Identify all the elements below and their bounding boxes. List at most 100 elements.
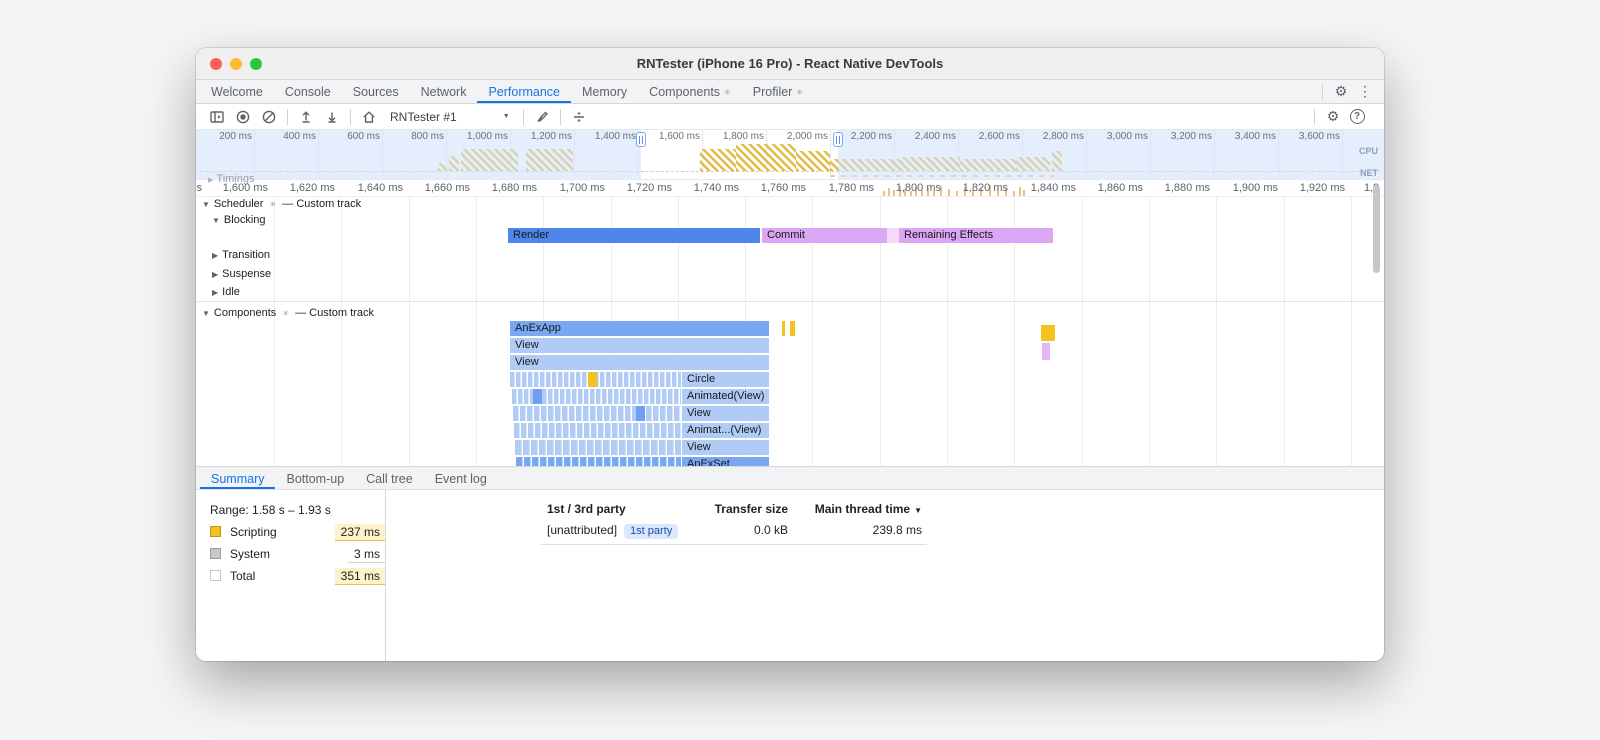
component-microtasks-strip[interactable] <box>513 406 681 421</box>
close-button[interactable] <box>210 58 222 70</box>
tab-welcome[interactable]: Welcome <box>200 80 274 103</box>
ruler-tick-label: 1,660 ms <box>424 182 470 194</box>
load-profile-button[interactable] <box>293 106 319 128</box>
home-button[interactable] <box>356 106 382 128</box>
component-bar-view[interactable]: View <box>682 406 769 421</box>
ruler-tick-label: 1,760 ms <box>760 182 806 194</box>
component-microtasks-strip[interactable] <box>514 423 681 438</box>
col-party[interactable]: 1st / 3rd party <box>547 502 626 516</box>
event-bar-remaining-effects[interactable]: Remaining Effects <box>899 228 1053 243</box>
performance-toolbar: RNTester #1 ▼ ⚙ ? <box>196 104 1384 130</box>
selection-handle-left[interactable] <box>636 132 646 147</box>
collapsed-triangle-icon[interactable]: ▶ <box>212 251 218 260</box>
settings-gear-icon[interactable]: ⚙ <box>1322 107 1344 127</box>
minimize-button[interactable] <box>230 58 242 70</box>
record-button[interactable] <box>230 106 256 128</box>
transfer-size-value: 0.0 kB <box>753 523 788 537</box>
flame-marker-segment[interactable] <box>588 372 597 387</box>
component-bar-view[interactable]: View <box>682 440 769 455</box>
tab-profiler[interactable]: Profiler ✳ <box>742 80 814 103</box>
overview-tick-label: 3,600 ms <box>1298 131 1340 142</box>
track-label-suspense[interactable]: ▶ Suspense <box>212 268 271 280</box>
component-bar-view[interactable]: View <box>510 338 769 353</box>
flame-marker-segment[interactable] <box>1041 325 1055 341</box>
timeline-overview[interactable]: CPU NET 200 ms 400 ms 600 ms 800 ms 1,000 ms… <box>196 130 1384 180</box>
expanded-triangle-icon[interactable]: ▼ <box>202 309 210 318</box>
track-label-scheduler[interactable]: ▼ Scheduler ✳ — Custom track <box>202 198 361 210</box>
component-bar-anexset[interactable]: AnExSet <box>682 457 769 466</box>
expanded-triangle-icon[interactable]: ▼ <box>212 216 220 225</box>
component-microtasks-strip[interactable] <box>515 440 681 455</box>
overview-tick-label: 2,400 ms <box>914 131 956 142</box>
legend-label: Total <box>230 569 256 583</box>
more-menu-kebab-icon[interactable]: ⋮ <box>1354 82 1376 102</box>
col-transfer-size[interactable]: Transfer size <box>648 502 788 516</box>
event-bar-gap[interactable] <box>887 228 899 243</box>
target-selector-value: RNTester #1 <box>390 109 457 124</box>
event-bar-commit[interactable]: Commit <box>762 228 887 243</box>
component-bar-animat-view-[interactable]: Animat...(View) <box>682 423 769 438</box>
maximize-button[interactable] <box>250 58 262 70</box>
details-tab-summary[interactable]: Summary <box>200 467 275 489</box>
collapsed-triangle-icon[interactable]: ▶ <box>212 288 218 297</box>
save-profile-button[interactable] <box>319 106 345 128</box>
details-tab-bottom-up[interactable]: Bottom-up <box>275 467 355 489</box>
vertical-scrollbar[interactable] <box>1373 185 1380 273</box>
range-label: Range: 1.58 s – 1.93 s <box>210 503 331 517</box>
tab-console[interactable]: Console <box>274 80 342 103</box>
details-tab-event-log[interactable]: Event log <box>424 467 498 489</box>
overview-tick-label: 2,600 ms <box>978 131 1020 142</box>
overview-tick-label: 200 ms <box>219 131 252 142</box>
track-separator <box>196 301 1384 302</box>
flame-chart[interactable]: ▼ Scheduler ✳ — Custom track ▼ Blocking ▶ Tra… <box>196 197 1384 466</box>
clear-button[interactable] <box>256 106 282 128</box>
track-label-idle[interactable]: ▶ Idle <box>212 286 240 298</box>
flame-gridline <box>1082 197 1083 466</box>
legend-value: 237 ms <box>334 524 386 541</box>
collapsed-triangle-icon[interactable]: ▶ <box>212 270 218 279</box>
separator <box>350 108 351 125</box>
ruler-tick-label: 1,700 ms <box>559 182 605 194</box>
timeline-ruler[interactable]: ▶ Timings s 1,600 ms 1,620 ms 1,640 ms 1,660… <box>196 173 1384 197</box>
details-tabbar: Summary Bottom-up Call tree Event log <box>196 466 1384 490</box>
track-label-blocking[interactable]: ▼ Blocking <box>212 214 266 226</box>
track-label-transition[interactable]: ▶ Transition <box>212 249 270 261</box>
help-icon[interactable]: ? <box>1346 107 1368 127</box>
expanded-triangle-icon[interactable]: ▼ <box>202 200 210 209</box>
window-titlebar[interactable]: RNTester (iPhone 16 Pro) - React Native … <box>196 48 1384 80</box>
collect-garbage-button[interactable] <box>529 106 555 128</box>
tab-components[interactable]: Components ✳ <box>638 80 742 103</box>
overview-tick-label: 3,000 ms <box>1106 131 1148 142</box>
flame-marker-segment[interactable] <box>782 321 785 336</box>
tab-network[interactable]: Network <box>410 80 478 103</box>
overview-tick-label: 1,800 ms <box>722 131 764 142</box>
component-bar-view[interactable]: View <box>510 355 769 370</box>
react-extension-marker-icon: ✳ <box>282 309 290 318</box>
col-main-thread-time-label: Main thread time <box>814 502 911 516</box>
component-bar-anexapp[interactable]: AnExApp <box>510 321 769 336</box>
col-main-thread-time[interactable]: Main thread time ▼ <box>798 502 922 516</box>
component-bar-circle[interactable]: Circle <box>682 372 769 387</box>
flame-marker-segment[interactable] <box>533 389 542 404</box>
flame-gridline <box>341 197 342 466</box>
flame-marker-segment[interactable] <box>1042 343 1050 360</box>
flame-marker-segment[interactable] <box>636 406 645 421</box>
ruler-tick-label: 1,860 ms <box>1097 182 1143 194</box>
tab-memory[interactable]: Memory <box>571 80 638 103</box>
ruler-tick-label: 1,680 ms <box>491 182 537 194</box>
track-label-components[interactable]: ▼ Components ✳ — Custom track <box>202 307 374 319</box>
ruler-tick-label: 1,920 ms <box>1299 182 1345 194</box>
collapse-shortcuts-button[interactable] <box>566 106 592 128</box>
component-bar-animated-view-[interactable]: Animated(View) <box>682 389 769 404</box>
flame-marker-segment[interactable] <box>790 321 795 336</box>
settings-gear-icon[interactable]: ⚙ <box>1330 82 1352 102</box>
ruler-tick-label: 1,900 ms <box>1232 182 1278 194</box>
target-selector[interactable]: RNTester #1 ▼ <box>382 110 518 124</box>
event-bar-render[interactable]: Render <box>508 228 760 243</box>
toggle-sidebar-button[interactable] <box>204 106 230 128</box>
selection-handle-right[interactable] <box>833 132 843 147</box>
details-tab-call-tree[interactable]: Call tree <box>355 467 424 489</box>
tab-performance[interactable]: Performance <box>477 80 571 103</box>
component-microtasks-strip[interactable] <box>516 457 681 466</box>
tab-sources[interactable]: Sources <box>342 80 410 103</box>
